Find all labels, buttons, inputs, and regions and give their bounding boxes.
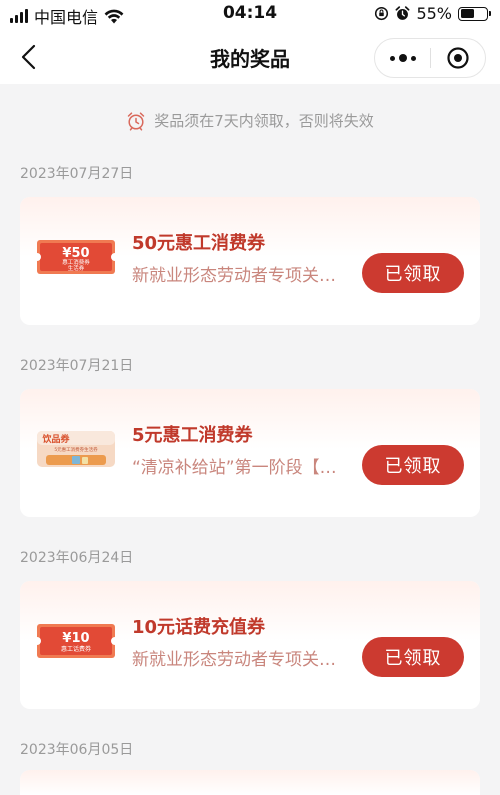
alarm-icon [396,6,410,20]
drink-coupon-label: 饮品券 [41,433,70,445]
prize-card[interactable]: ¥50 惠工消费券 生活券 50元惠工消费券 新就业形态劳动者专项关… 已领取 [20,197,480,325]
battery-percent: 55% [416,4,452,23]
rotation-lock-icon [375,6,389,21]
date-label: 2023年06月05日 [20,742,134,758]
prize-card[interactable]: 饮品券 5元惠工消费券生活券 5元惠工消费券 “清凉补给站”第一阶段【… 已领取 [20,389,480,517]
coupon-thumbnail: ¥50 惠工消费券 生活券 [36,240,116,274]
drink-coupon-caption: 5元惠工消费券生活券 [54,446,98,453]
alarm-clock-icon [127,111,145,131]
coupon-value-text: ¥10 [62,631,89,646]
date-label: 2023年07月27日 [20,166,134,182]
prize-description: 新就业形态劳动者专项关… [132,266,336,286]
prize-card[interactable]: ¥10 惠工话费券 10元话费充值券 新就业形态劳动者专项关… 已领取 [20,581,480,709]
coupon-caption: 惠工消费券 [62,258,90,266]
prize-description: 新就业形态劳动者专项关… [132,650,336,670]
mini-program-capsule [374,38,486,78]
more-icon[interactable] [375,39,430,77]
status-bar: 中国电信 04:14 55% [0,0,500,30]
close-miniprogram-icon[interactable] [431,39,485,77]
battery-icon [458,6,491,21]
prize-description: “清凉补给站”第一阶段【… [132,458,337,478]
coupon-caption: 惠工话费券 [61,645,91,653]
date-label: 2023年07月21日 [20,358,134,374]
nav-bar: 我的奖品 [0,30,500,84]
claimed-button[interactable]: 已领取 [362,637,464,677]
expiry-notice: 奖品须在7天内领取，否则将失效 [0,110,500,131]
prize-title: 5元惠工消费券 [132,425,253,446]
prize-card[interactable] [20,770,480,795]
prize-title: 50元惠工消费券 [132,233,266,254]
date-label: 2023年06月24日 [20,550,134,566]
claimed-button[interactable]: 已领取 [362,253,464,293]
notice-text: 奖品须在7天内领取，否则将失效 [154,112,374,130]
drink-coupon-thumbnail: 饮品券 5元惠工消费券生活券 [37,431,115,467]
coupon-caption: 生活券 [68,264,85,272]
prize-title: 10元话费充值券 [132,617,266,638]
claimed-button[interactable]: 已领取 [362,445,464,485]
coupon-thumbnail: ¥10 惠工话费券 [36,624,116,658]
coupon-value-text: ¥50 [62,246,89,261]
